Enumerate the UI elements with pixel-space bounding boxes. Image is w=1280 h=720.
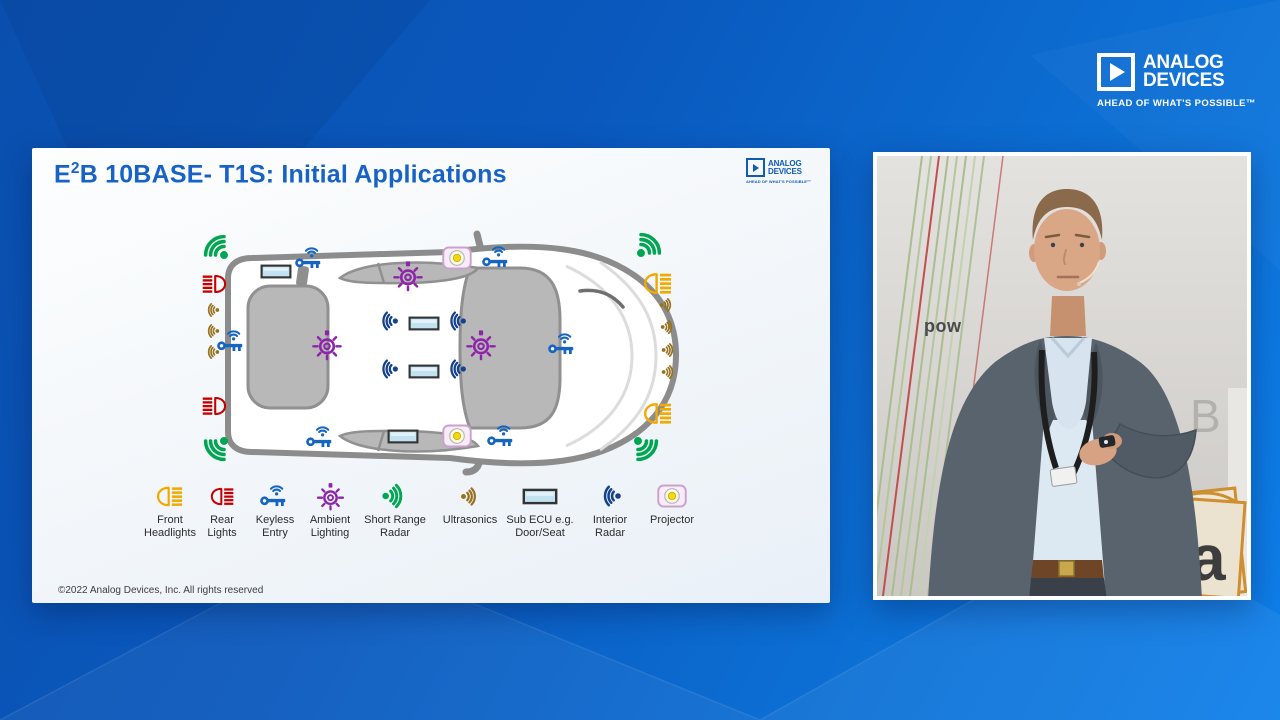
projector-icon	[443, 248, 470, 269]
interior-radar-icon	[577, 480, 643, 512]
presentation-slide: E2B 10BASE- T1S: Initial Applications AN…	[32, 148, 830, 603]
eye	[1080, 243, 1084, 247]
slide-title: E2B 10BASE- T1S: Initial Applications	[54, 160, 507, 189]
legend-item-short-range-radar: Short RangeRadar	[360, 480, 430, 540]
adi-tagline: AHEAD OF WHAT'S POSSIBLE™	[1097, 98, 1253, 109]
adi-triangle-icon	[1110, 63, 1125, 81]
projector-icon	[443, 426, 470, 447]
legend-item-interior-radar: InteriorRadar	[577, 480, 643, 540]
ultrasonic-icon	[209, 304, 220, 316]
legend-item-ultrasonics: Ultrasonics	[435, 480, 505, 527]
presenter-video: pow B a	[877, 156, 1247, 596]
adi-triangle-icon	[753, 164, 759, 172]
mic-tip	[1077, 282, 1081, 286]
short-range-radar-icon	[629, 231, 663, 265]
sub-ecu-icon	[410, 318, 439, 330]
sub-ecu-icon	[410, 366, 439, 378]
car-application-diagram	[150, 220, 720, 485]
rear-light-icon	[203, 398, 225, 415]
sub-ecu-icon	[501, 480, 579, 512]
projector-icon	[637, 480, 707, 512]
presenter-video-frame: pow B a	[873, 152, 1251, 600]
slide-adi-logo: ANALOG DEVICES AHEAD OF WHAT'S POSSIBLE™	[746, 158, 824, 184]
ultrasonic-icon	[209, 325, 220, 337]
ambient-lighting-icon	[295, 480, 365, 512]
belt-buckle	[1059, 561, 1074, 576]
rear-light-icon	[203, 276, 225, 293]
neck	[1050, 296, 1086, 336]
slide-copyright: ©2022 Analog Devices, Inc. All rights re…	[58, 585, 263, 596]
eye	[1051, 243, 1055, 247]
ultrasonic-icon	[435, 480, 505, 512]
legend-item-ambient-lighting: AmbientLighting	[295, 480, 365, 540]
short-range-radar-icon	[360, 480, 430, 512]
analog-devices-logo: ANALOG DEVICES AHEAD OF WHAT'S POSSIBLE™	[1097, 53, 1253, 109]
adi-logo-mark	[1097, 53, 1135, 91]
adi-logo-mark	[746, 158, 765, 177]
presenter-scene: pow B a	[877, 156, 1247, 596]
legend-item-sub-ecu: Sub ECU e.g.Door/Seat	[501, 480, 579, 540]
sub-ecu-icon	[262, 266, 291, 278]
adi-tagline: AHEAD OF WHAT'S POSSIBLE™	[746, 179, 824, 184]
wall-text: pow	[924, 316, 962, 336]
sub-ecu-icon	[389, 431, 418, 443]
trousers	[1029, 578, 1107, 596]
legend-item-projector: Projector	[637, 480, 707, 527]
adi-logo-text: ANALOG DEVICES	[1143, 54, 1224, 90]
webinar-stage: { "brand": { "line1": "ANALOG", "line2":…	[0, 0, 1280, 720]
adi-logo-text: ANALOG DEVICES	[768, 160, 802, 175]
short-range-radar-icon	[202, 233, 236, 267]
badge	[1050, 466, 1077, 486]
